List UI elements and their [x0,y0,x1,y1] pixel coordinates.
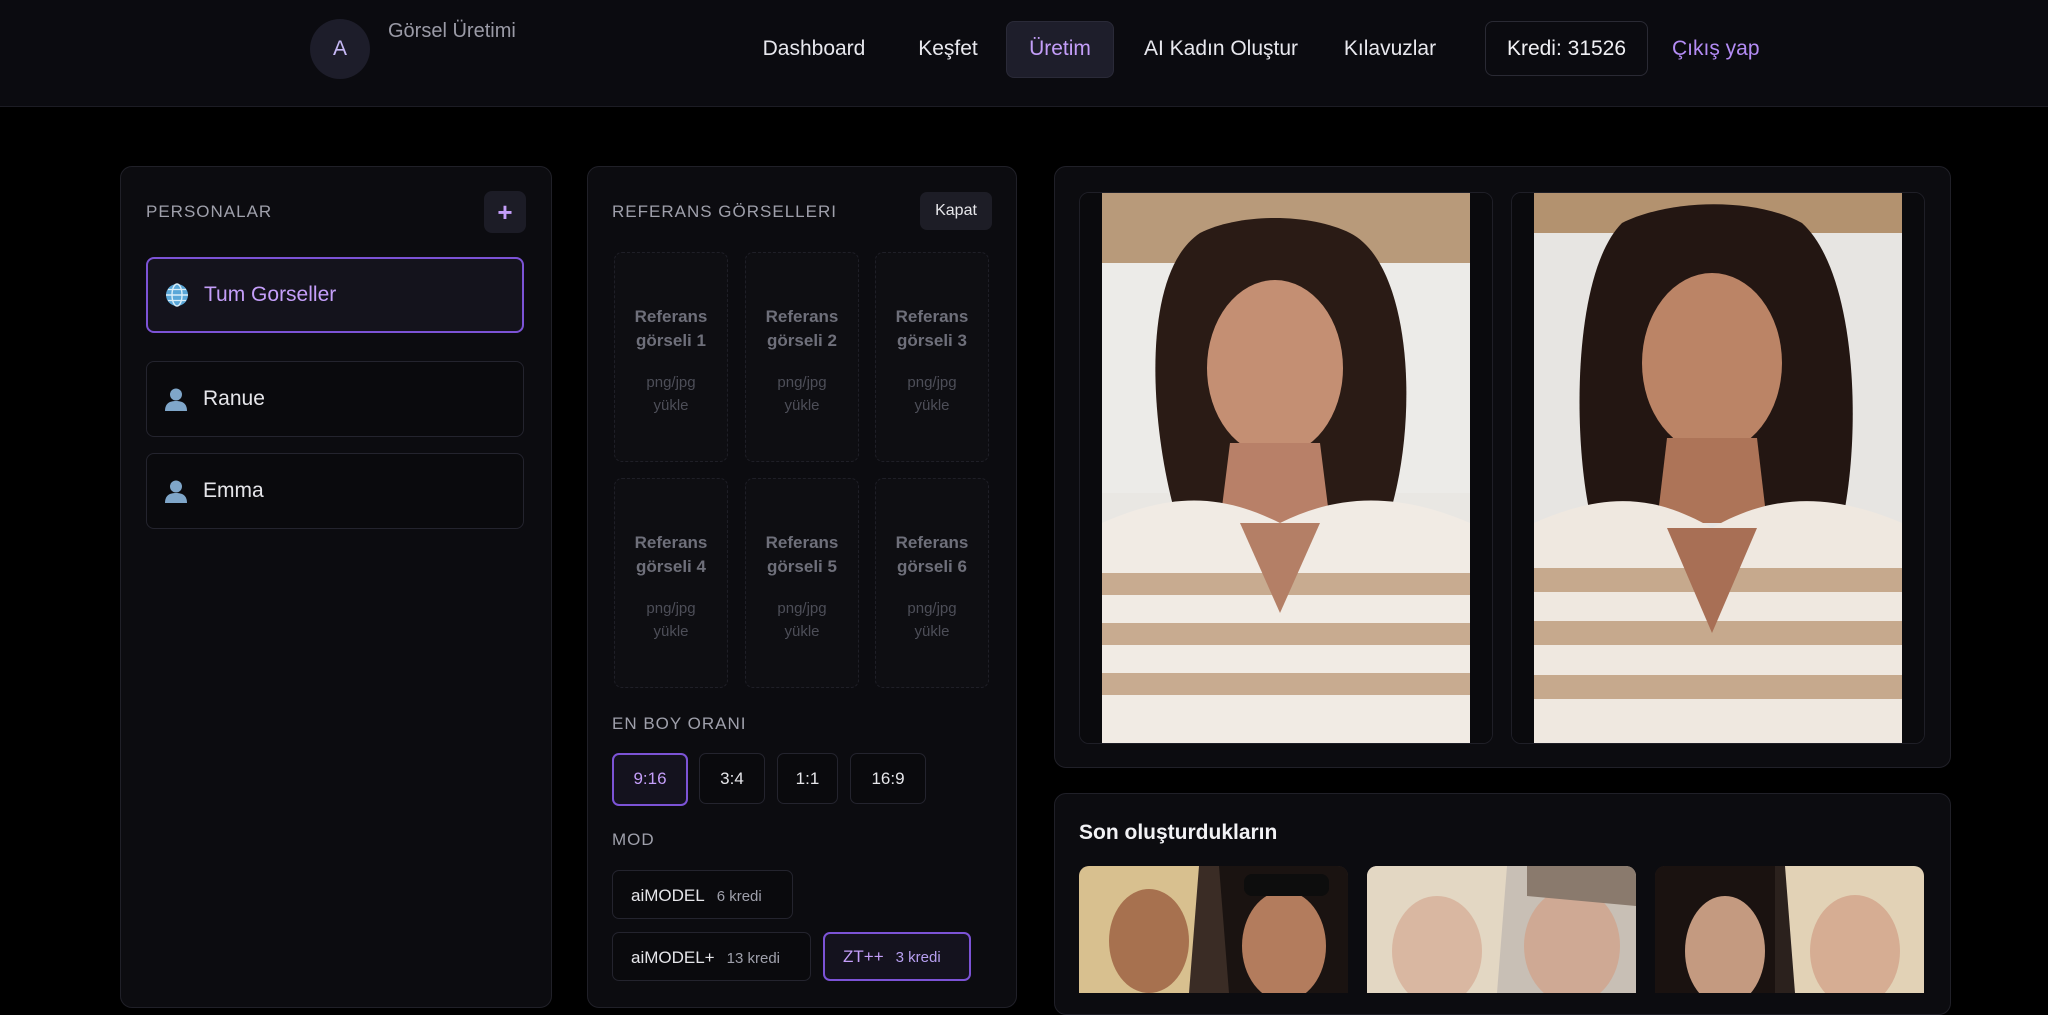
logout-link[interactable]: Çıkış yap [1672,21,1760,76]
generated-photo-2 [1512,193,1924,743]
recent-thumbnail-3[interactable] [1655,866,1924,993]
reference-slot-hint: png/jpg yükle [777,600,827,640]
aspect-option-9-16[interactable]: 9:16 [612,753,688,806]
reference-slot-title: Referans görseli 3 [895,307,969,350]
nav-kilavuzlar[interactable]: Kılavuzlar [1334,21,1446,76]
reference-slot-4[interactable]: Referans görseli 4 png/jpg yükle [614,478,728,688]
persona-item-tum-gorseller[interactable]: Tum Gorseller [146,257,524,333]
top-navigation-bar: A Görsel Üretimi Dashboard Keşfet Üretim… [0,0,2048,107]
nav-uretim[interactable]: Üretim [1006,21,1114,78]
reference-slot-title: Referans görseli 5 [765,533,839,576]
mode-cost: 13 kredi [726,950,780,967]
generated-photo-1 [1080,193,1492,743]
recent-photo-2 [1367,866,1636,993]
reference-slot-title: Referans görseli 2 [765,307,839,350]
recent-heading: Son oluşturdukların [1079,821,1278,844]
avatar[interactable]: A [310,19,370,79]
persona-item-ranue[interactable]: Ranue [146,361,524,437]
reference-slot-hint: png/jpg yükle [907,374,957,414]
reference-slot-title: Referans görseli 4 [634,533,708,576]
mode-option-zt-plus-plus[interactable]: ZT++ 3 kredi [823,932,971,981]
mode-name: aiMODEL [631,886,705,905]
reference-slot-2[interactable]: Referans görseli 2 png/jpg yükle [745,252,859,462]
aspect-option-1-1[interactable]: 1:1 [777,753,838,804]
mode-option-aimodel[interactable]: aiMODEL 6 kredi [612,870,793,919]
reference-slot-3[interactable]: Referans görseli 3 png/jpg yükle [875,252,989,462]
persona-label: Ranue [203,387,265,410]
reference-slot-5[interactable]: Referans görseli 5 png/jpg yükle [745,478,859,688]
reference-slot-hint: png/jpg yükle [907,600,957,640]
personas-heading: PERSONALAR [146,202,273,221]
nav-ai-kadin-olustur[interactable]: AI Kadın Oluştur [1126,21,1316,76]
reference-slot-hint: png/jpg yükle [777,374,827,414]
recent-photo-1 [1079,866,1348,993]
nav-dashboard[interactable]: Dashboard [744,21,884,76]
page-title: Görsel Üretimi [388,20,516,42]
globe-icon [164,282,190,308]
recent-thumbnail-2[interactable] [1367,866,1636,993]
reference-slot-6[interactable]: Referans görseli 6 png/jpg yükle [875,478,989,688]
aspect-ratio-heading: EN BOY ORANI [612,714,747,733]
recent-thumbnail-1[interactable] [1079,866,1348,993]
credit-balance: Kredi: 31526 [1485,21,1648,76]
reference-slot-hint: png/jpg yükle [646,374,696,414]
mode-name: aiMODEL+ [631,948,715,967]
mode-heading: MOD [612,830,655,849]
generated-image-1[interactable] [1079,192,1493,744]
close-references-button[interactable]: Kapat [920,192,992,230]
generated-image-2[interactable] [1511,192,1925,744]
persona-label: Tum Gorseller [204,283,337,306]
aspect-option-3-4[interactable]: 3:4 [699,753,765,804]
references-heading: REFERANS GÖRSELLERI [612,202,837,221]
aspect-option-16-9[interactable]: 16:9 [850,753,926,804]
reference-slot-hint: png/jpg yükle [646,600,696,640]
user-icon [163,478,189,504]
persona-item-emma[interactable]: Emma [146,453,524,529]
mode-cost: 3 kredi [895,949,941,966]
recent-photo-3 [1655,866,1924,993]
add-persona-button[interactable]: + [484,191,526,233]
nav-kesfet[interactable]: Keşfet [902,21,994,76]
mode-cost: 6 kredi [716,888,762,905]
mode-name: ZT++ [843,947,884,966]
reference-slot-1[interactable]: Referans görseli 1 png/jpg yükle [614,252,728,462]
mode-option-aimodel-plus[interactable]: aiMODEL+ 13 kredi [612,932,811,981]
reference-slot-title: Referans görseli 1 [634,307,708,350]
user-icon [163,386,189,412]
reference-slot-title: Referans görseli 6 [895,533,969,576]
persona-label: Emma [203,479,264,502]
